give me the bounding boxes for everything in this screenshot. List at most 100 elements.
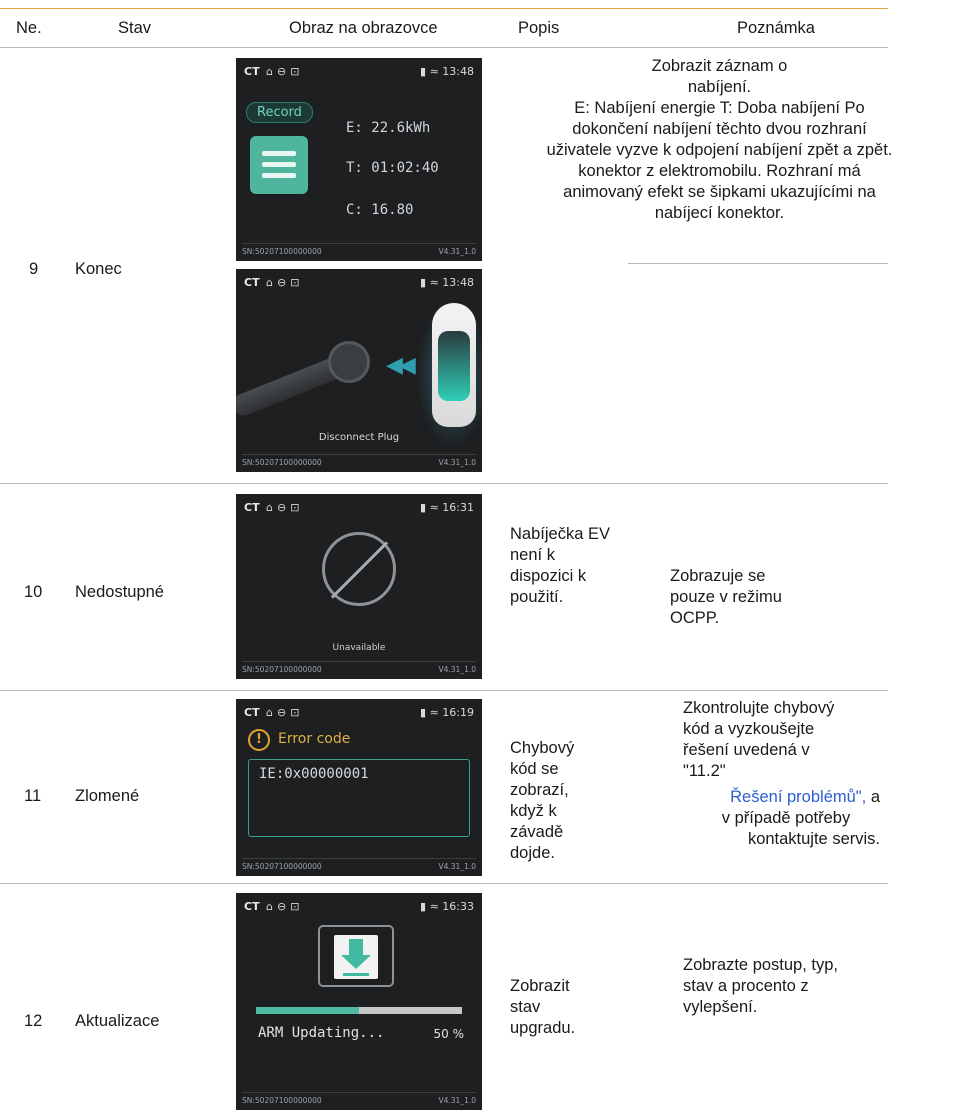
unavailable-icon	[322, 532, 396, 606]
footer-divider	[242, 1092, 476, 1093]
status-right: ▮ ≈ 13:48	[420, 275, 474, 291]
header-rule	[0, 47, 888, 48]
status-bar: CT ⌂⊖⊡ ▮ ≈ 16:19	[244, 705, 474, 721]
row-9-description: Zobrazit záznam o nabíjení. E: Nabíjení …	[486, 56, 953, 224]
desc-line: použití.	[510, 588, 564, 606]
footer-divider	[242, 858, 476, 859]
note-line: OCPP.	[670, 609, 720, 627]
table-top-rule	[0, 8, 888, 9]
clock: 16:19	[442, 706, 474, 719]
desc-line: Nabíječka EV	[510, 525, 610, 543]
header-state: Stav	[118, 19, 152, 37]
row-11-description: Chybový kód se zobrazí, když k závadě do…	[510, 738, 650, 864]
row-11-state: Zlomené	[75, 787, 140, 805]
row-11-note: Zkontrolujte chybový kód a vyzkoušejte ř…	[683, 698, 883, 782]
car-icon	[432, 303, 476, 427]
status-icons: ⌂⊖⊡	[266, 65, 304, 78]
row-rule	[0, 883, 888, 884]
signal-icon: ▮ ≈	[420, 276, 443, 289]
note-line: stav a procento z	[683, 977, 809, 995]
status-icons: ⌂⊖⊡	[266, 276, 304, 289]
desc-line: Zobrazit záznam o	[651, 57, 788, 75]
row-12-note: Zobrazte postup, typ, stav a procento z …	[683, 955, 883, 1018]
plug-head-icon	[328, 341, 370, 383]
clock: 13:48	[442, 65, 474, 78]
clock: 16:33	[442, 900, 474, 913]
firmware-version: V4.31_1.0	[438, 247, 476, 256]
desc-line: Chybový	[510, 739, 575, 757]
desc-line: nabíjecí konektor.	[654, 204, 785, 222]
clock: 16:31	[442, 501, 474, 514]
screen-footer: SN:50207100000000 V4.31_1.0	[242, 664, 476, 676]
header-number: Ne.	[16, 19, 42, 37]
note-line: Zkontrolujte chybový	[683, 699, 835, 717]
row-11-number: 11	[24, 787, 42, 805]
desc-line: stav	[510, 998, 541, 1016]
row-12-state: Aktualizace	[75, 1012, 160, 1030]
desc-line: animovaný efekt se šipkami ukazujícími n…	[563, 183, 876, 201]
footer-divider	[242, 454, 476, 455]
firmware-version: V4.31_1.0	[438, 665, 476, 674]
serial-number: SN:50207100000000	[242, 247, 322, 256]
serial-number: SN:50207100000000	[242, 458, 322, 467]
note-line: kód a vyzkoušejte	[683, 720, 815, 738]
desc-line: upgradu.	[510, 1019, 576, 1037]
signal-icon: ▮ ≈	[420, 65, 443, 78]
status-right: ▮ ≈ 16:19	[420, 705, 474, 721]
row-rule	[0, 690, 888, 691]
desc-line: když k	[510, 802, 557, 820]
screen-footer: SN:50207100000000 V4.31_1.0	[242, 1095, 476, 1107]
serial-number: SN:50207100000000	[242, 665, 322, 674]
troubleshooting-link[interactable]: Řešení problémů",	[730, 788, 866, 806]
error-title: Error code	[278, 731, 351, 747]
ct-logo: CT	[244, 501, 260, 514]
row-11-note-tail: Řešení problémů", a v případě potřeby ko…	[680, 787, 880, 850]
footer-divider	[242, 243, 476, 244]
left-arrows-icon: ◀◀	[386, 353, 416, 378]
signal-icon: ▮ ≈	[420, 501, 443, 514]
note-line: Zobrazuje se	[670, 567, 766, 585]
note-line: kontaktujte servis.	[747, 830, 880, 848]
ct-logo: CT	[244, 65, 260, 78]
screen-footer: SN:50207100000000 V4.31_1.0	[242, 861, 476, 873]
status-icons: ⌂⊖⊡	[266, 501, 304, 514]
desc-line: konektor z elektromobilu. Rozhraní má	[578, 162, 861, 180]
row-9-description-rule	[628, 263, 888, 264]
row-10-note: Zobrazuje se pouze v režimu OCPP.	[670, 566, 870, 629]
desc-line: dispozici k	[510, 567, 587, 585]
error-box: IE:0x00000001	[248, 759, 470, 837]
desc-line: není k	[510, 546, 555, 564]
firmware-version: V4.31_1.0	[438, 458, 476, 467]
serial-number: SN:50207100000000	[242, 1096, 322, 1105]
footer-divider	[242, 661, 476, 662]
update-progress-bar	[256, 1007, 462, 1014]
clock: 13:48	[442, 276, 474, 289]
unavailable-screen: CT ⌂⊖⊡ ▮ ≈ 16:31 Unavailable SN:50207100…	[236, 494, 482, 679]
desc-line: zobrazí,	[510, 781, 569, 799]
disconnect-message: Disconnect Plug	[318, 432, 400, 443]
firmware-version: V4.31_1.0	[438, 1096, 476, 1105]
header-description: Popis	[518, 19, 560, 37]
download-icon-frame	[318, 925, 394, 987]
serial-number: SN:50207100000000	[242, 862, 322, 871]
note-line: vylepšení.	[683, 998, 758, 1016]
note-line: Zobrazte postup, typ,	[683, 956, 839, 974]
update-progress-fill	[256, 1007, 359, 1014]
desc-line: E: Nabíjení energie T: Doba nabíjení Po	[574, 99, 865, 117]
disconnect-screen: CT ⌂⊖⊡ ▮ ≈ 13:48 ◀◀ Disconnect Plug SN:5…	[236, 269, 482, 472]
status-bar: CT ⌂⊖⊡ ▮ ≈ 16:33	[244, 899, 474, 915]
row-9-number: 9	[29, 260, 39, 278]
record-label: Record	[246, 102, 313, 123]
note-line: "11.2"	[683, 762, 726, 780]
row-10-number: 10	[24, 583, 43, 601]
desc-line: kód se	[510, 760, 559, 778]
desc-line: nabíjení.	[687, 78, 752, 96]
desc-line: uživatele vyzve k odpojení nabíjení zpět…	[546, 141, 893, 159]
note-link-line: Řešení problémů", a	[680, 787, 880, 808]
ct-logo: CT	[244, 276, 260, 289]
status-bar: CT ⌂⊖⊡ ▮ ≈ 13:48	[244, 64, 474, 80]
status-right: ▮ ≈ 13:48	[420, 64, 474, 80]
unavailable-message: Unavailable	[332, 643, 386, 653]
status-icons: ⌂⊖⊡	[266, 900, 304, 913]
update-status: ARM Updating...	[258, 1025, 385, 1041]
